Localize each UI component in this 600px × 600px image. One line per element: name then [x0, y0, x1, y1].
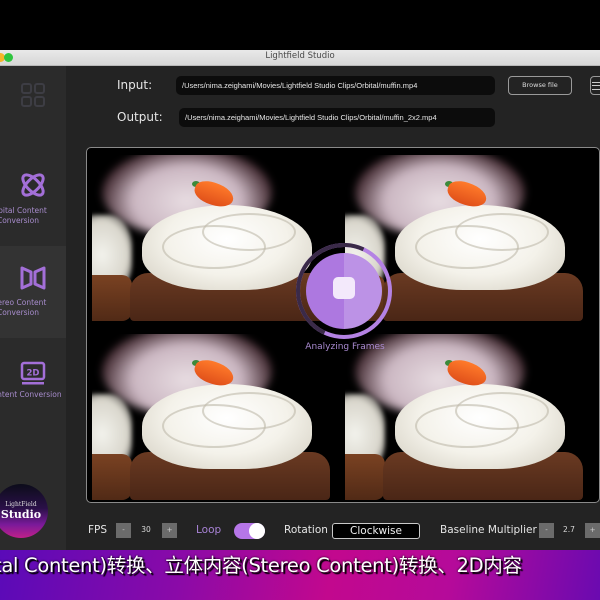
stop-analysis-button[interactable]: [282, 229, 406, 353]
orbital-icon: [21, 173, 45, 197]
sidebar: Orbital Content Conversion Stereo Conten…: [0, 66, 66, 550]
stop-icon: [333, 277, 355, 299]
baseline-decrement-button[interactable]: -: [539, 523, 554, 538]
input-path-field[interactable]: /Users/nima.zeighami/Movies/Lightfield S…: [176, 76, 495, 95]
loop-label: Loop: [196, 524, 222, 536]
preview-tile-bottom-left: [92, 334, 345, 500]
screen-top-bar: [0, 0, 600, 50]
sidebar-item-grid[interactable]: [0, 66, 66, 146]
sidebar-item-label: Conversion: [0, 308, 40, 317]
fps-value: 30: [141, 525, 151, 534]
rotation-select[interactable]: Clockwise: [332, 523, 420, 539]
grid-icon: [21, 83, 45, 107]
fps-increment-button[interactable]: +: [162, 523, 177, 538]
sidebar-item-label: Stereo Content: [0, 298, 47, 307]
window-titlebar: Lightfield Studio: [0, 50, 600, 66]
stereo-icon: [20, 266, 46, 290]
rotation-label: Rotation: [284, 524, 328, 536]
video-subtitle: tal Content)转换、立体内容(Stereo Content)转换、2D…: [0, 554, 522, 577]
browse-file-button[interactable]: Browse file: [508, 76, 572, 95]
sidebar-item-label: Conversion: [0, 216, 40, 225]
sidebar-item-2d[interactable]: 2D 2D Content Conversion: [0, 346, 66, 416]
output-label: Output:: [117, 110, 163, 124]
sidebar-item-label: 2D Content Conversion: [0, 390, 62, 399]
output-path-field[interactable]: /Users/nima.zeighami/Movies/Lightfield S…: [179, 108, 495, 127]
preview-tile-bottom-right: [345, 334, 598, 500]
toggle-knob: [249, 523, 265, 539]
2d-monitor-icon: 2D: [20, 361, 46, 385]
menu-button[interactable]: [590, 76, 600, 95]
input-label: Input:: [117, 78, 153, 92]
sidebar-item-stereo[interactable]: Stereo Content Conversion: [0, 246, 66, 338]
loop-toggle[interactable]: [234, 523, 265, 539]
2d-icon-text: 2D: [27, 369, 40, 379]
playback-controls: FPS - 30 + Loop Rotation Clockwise Basel…: [0, 518, 600, 544]
logo-line1: LightField: [5, 501, 37, 508]
analyzing-status: Analyzing Frames: [305, 342, 385, 352]
fps-label: FPS: [88, 524, 108, 536]
baseline-increment-button[interactable]: +: [585, 523, 600, 538]
baseline-multiplier-label: Baseline Multiplier: [440, 524, 537, 536]
window-title: Lightfield Studio: [265, 51, 335, 61]
baseline-value: 2.7: [563, 525, 575, 534]
fps-decrement-button[interactable]: -: [116, 523, 131, 538]
hamburger-icon: [592, 82, 600, 90]
sidebar-item-orbital[interactable]: Orbital Content Conversion: [0, 154, 66, 244]
sidebar-item-label: Orbital Content: [0, 206, 47, 215]
